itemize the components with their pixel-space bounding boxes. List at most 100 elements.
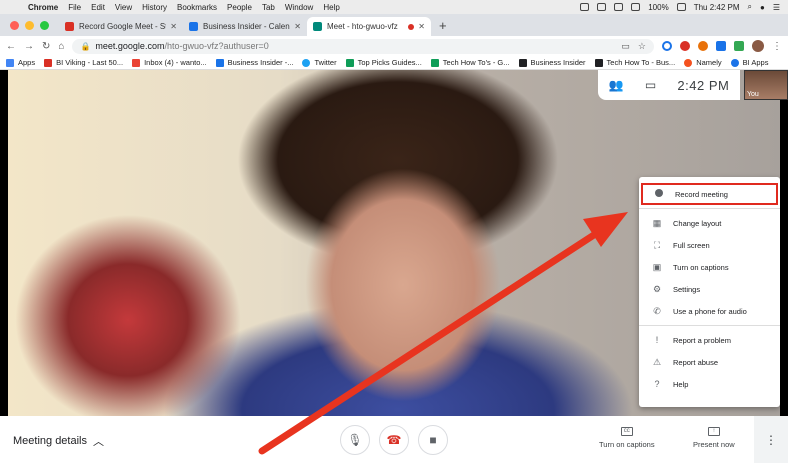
- bookmark-label: BI Apps: [742, 58, 769, 67]
- help-item[interactable]: ? Help: [639, 373, 780, 395]
- self-label: You: [747, 91, 759, 98]
- menu-history[interactable]: History: [142, 3, 167, 12]
- bookmark-star-icon[interactable]: ☆: [638, 41, 646, 52]
- turn-on-captions-button[interactable]: cc Turn on captions: [599, 427, 655, 449]
- bookmark-item[interactable]: Twitter: [302, 58, 337, 67]
- reload-icon[interactable]: ↻: [42, 41, 50, 52]
- bookmark-label: Inbox (4) - wanto...: [144, 58, 207, 67]
- wifi-icon[interactable]: [614, 3, 624, 11]
- menu-tab[interactable]: Tab: [262, 3, 275, 12]
- extension-icon[interactable]: [698, 41, 708, 51]
- present-label: Present now: [693, 440, 735, 449]
- zoom-window-button[interactable]: [40, 20, 49, 30]
- battery-icon[interactable]: [676, 3, 686, 11]
- tab-title: Meet - hto-gwuo-vfz: [327, 22, 398, 31]
- bookmark-label: Business Insider: [530, 58, 586, 67]
- bookmark-item[interactable]: Apps: [6, 58, 35, 67]
- close-tab-icon[interactable]: ✕: [294, 22, 301, 31]
- captions-label: Turn on captions: [599, 440, 655, 449]
- browser-toolbar: ← → ↻ ⌂ 🔒 meet.google.com /hto-gwuo-vfz?…: [0, 36, 788, 56]
- extension-icon[interactable]: [662, 41, 672, 51]
- new-tab-button[interactable]: +: [431, 18, 455, 36]
- bookmark-item[interactable]: BI Viking - Last 50...: [44, 58, 123, 67]
- report-problem-icon: !: [655, 335, 659, 345]
- minimize-window-button[interactable]: [25, 20, 34, 30]
- bookmark-item[interactable]: Inbox (4) - wanto...: [132, 58, 207, 67]
- siri-icon[interactable]: ●: [760, 3, 765, 12]
- menu-bookmarks[interactable]: Bookmarks: [177, 3, 217, 12]
- back-icon[interactable]: ←: [6, 41, 16, 52]
- bookmark-item[interactable]: Business Insider: [518, 58, 586, 67]
- macos-menubar: Chrome File Edit View History Bookmarks …: [0, 0, 788, 14]
- bookmark-item[interactable]: Tech How To's - G...: [430, 58, 510, 67]
- present-screen-icon: ↑: [707, 427, 720, 436]
- fullscreen-icon: ⛶: [653, 239, 661, 250]
- microphone-icon: 🎙: [347, 433, 363, 447]
- report-problem-item[interactable]: ! Report a problem: [639, 329, 780, 351]
- profile-avatar[interactable]: [752, 40, 764, 52]
- people-icon[interactable]: 👥: [609, 78, 624, 92]
- gear-icon: ⚙: [652, 283, 662, 294]
- menu-help[interactable]: Help: [323, 3, 339, 12]
- change-layout-item[interactable]: ▦ Change layout: [639, 212, 780, 234]
- tab-meet-active[interactable]: Meet - hto-gwuo-vfz ✕: [307, 17, 431, 36]
- menu-view[interactable]: View: [115, 3, 132, 12]
- camera-button[interactable]: ■: [418, 425, 448, 455]
- meeting-details-button[interactable]: Meeting details ︿: [13, 433, 104, 449]
- full-screen-item[interactable]: ⛶ Full screen: [639, 234, 780, 256]
- tab-record-google-meet[interactable]: Record Google Meet - Steven ✕: [59, 17, 183, 36]
- bookmark-item[interactable]: Namely: [684, 58, 722, 67]
- bookmark-item[interactable]: Business Insider -...: [215, 58, 294, 67]
- display-icon[interactable]: [597, 3, 607, 11]
- forward-icon[interactable]: →: [24, 41, 34, 52]
- menu-item-label: Settings: [673, 284, 701, 294]
- bookmark-item[interactable]: Tech How To - Bus...: [594, 58, 676, 67]
- leave-call-button[interactable]: ☎: [379, 425, 409, 455]
- close-tab-icon[interactable]: ✕: [418, 22, 425, 31]
- captions-item[interactable]: ▣ Turn on captions: [639, 256, 780, 278]
- self-view-tile[interactable]: You: [744, 70, 788, 100]
- battery-percent: 100%: [648, 2, 669, 12]
- url-host: meet.google.com: [95, 41, 165, 51]
- lock-icon[interactable]: 🔒: [80, 42, 90, 51]
- present-now-button[interactable]: ↑ Present now: [693, 427, 735, 449]
- phone-audio-item[interactable]: ✆ Use a phone for audio: [639, 300, 780, 322]
- apps-grid-icon: [6, 58, 14, 67]
- bookmark-item[interactable]: Top Picks Guides...: [345, 58, 422, 67]
- menu-window[interactable]: Window: [285, 3, 313, 12]
- recording-indicator-icon: [408, 23, 415, 30]
- video-camera-icon: ■: [429, 433, 437, 447]
- extension-icon[interactable]: [680, 41, 690, 51]
- address-bar[interactable]: 🔒 meet.google.com /hto-gwuo-vfz?authuser…: [72, 38, 654, 54]
- close-window-button[interactable]: [10, 20, 19, 30]
- menu-file[interactable]: File: [68, 3, 81, 12]
- tab-business-insider-calendar[interactable]: Business Insider - Calendar - V ✕: [183, 17, 307, 36]
- captions-icon: cc: [620, 427, 633, 436]
- menu-edit[interactable]: Edit: [91, 3, 105, 12]
- volume-icon[interactable]: [631, 3, 641, 11]
- hang-up-icon: ☎: [386, 433, 402, 447]
- camera-permission-icon[interactable]: ▭: [621, 41, 630, 52]
- search-icon[interactable]: ⌕: [748, 2, 752, 12]
- chrome-menu-icon[interactable]: ⋮: [772, 41, 782, 52]
- extension-icon[interactable]: [734, 41, 744, 51]
- menubar-clock[interactable]: Thu 2:42 PM: [694, 3, 740, 12]
- close-tab-icon[interactable]: ✕: [170, 22, 177, 31]
- menu-people[interactable]: People: [227, 3, 252, 12]
- menu-item-label: Report a problem: [673, 335, 731, 345]
- bookmark-label: Business Insider -...: [227, 58, 294, 67]
- microphone-button[interactable]: 🎙: [340, 425, 370, 455]
- extension-icon[interactable]: [716, 41, 726, 51]
- bookmark-label: Tech How To - Bus...: [606, 58, 676, 67]
- layout-icon: ▦: [652, 217, 662, 228]
- control-center-icon[interactable]: ☰: [773, 3, 780, 12]
- chat-icon[interactable]: ▭: [645, 78, 656, 92]
- record-meeting-item[interactable]: Record meeting: [641, 183, 778, 205]
- home-icon[interactable]: ⌂: [58, 41, 64, 52]
- report-abuse-item[interactable]: ⚠ Report abuse: [639, 351, 780, 373]
- bookmark-item[interactable]: BI Apps: [730, 58, 769, 67]
- dropbox-icon[interactable]: [580, 3, 590, 11]
- app-menu-chrome[interactable]: Chrome: [28, 3, 58, 12]
- settings-item[interactable]: ⚙ Settings: [639, 278, 780, 300]
- more-options-button[interactable]: ⋮: [754, 416, 788, 463]
